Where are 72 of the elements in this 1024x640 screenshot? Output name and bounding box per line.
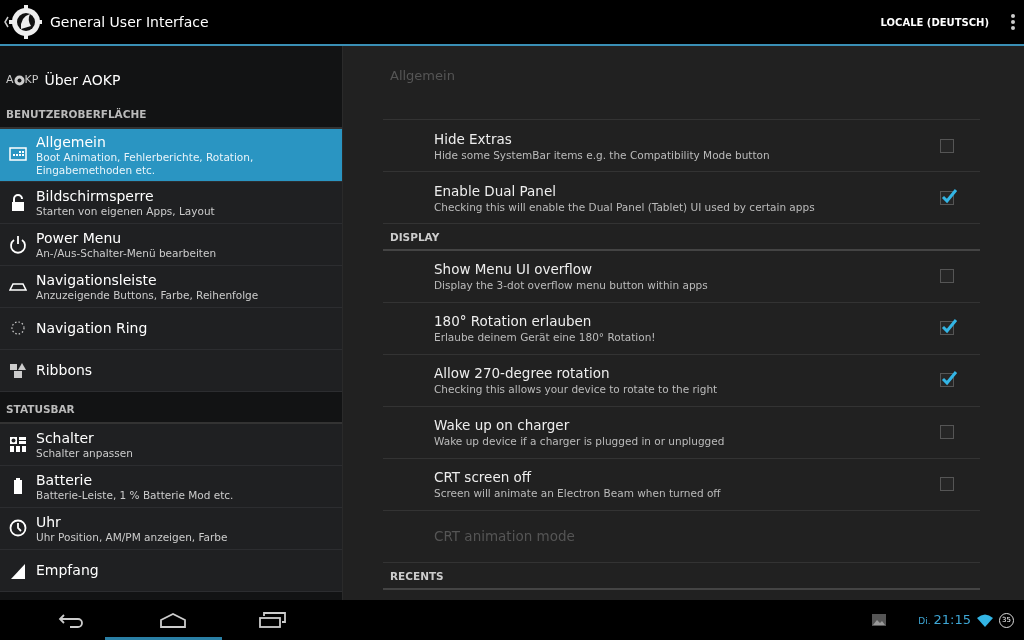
overflow-menu-icon[interactable] [1010,13,1016,31]
preference-title: Hide Extras [434,129,513,148]
clock-time: 21:15 [933,611,971,630]
preference-row[interactable]: CRT screen off Screen will animate an Electron Beam when turned off [383,458,980,511]
item-title: Power Menu [36,228,123,247]
item-summary: Batterie-Leiste, 1 % Batterie Mod etc. [36,488,234,502]
preference-title: Allow 270-degree rotation [434,364,611,383]
checkbox[interactable] [940,269,954,284]
preference-title: 180° Rotation erlauben [434,312,593,331]
preference-row[interactable]: Show Menu UI overflow Display the 3-dot overflow menu button within apps [383,250,980,303]
sidebar-item[interactable]: Uhr Uhr Position, AM/PM anzeigen, Farbe [0,507,342,550]
item-title: Schalter [36,428,95,447]
preference-row[interactable]: Hide Extras Hide some SystemBar items e.g. the Compatibility Mode button [383,120,980,172]
power-icon [9,234,27,254]
item-title: Bildschirmsperre [36,186,155,205]
preference-summary: Hide some SystemBar items e.g. the Compatibility Mode button [434,147,770,162]
preference-row[interactable]: Wake up on charger Wake up device if a charger is plugged in or unplugged [383,406,980,459]
checkbox[interactable] [940,190,954,205]
sidebar-item[interactable]: Navigationsleiste Anzuzeigende Buttons, Farbe, Reihenfolge [0,265,342,308]
preference-title: Show Menu UI overflow [434,260,594,279]
item-summary: Anzuzeigende Buttons, Farbe, Reihenfolge [36,288,259,302]
item-summary: Schalter anpassen [36,446,133,460]
checkbox[interactable] [940,138,954,153]
preference-summary: Checking this allows your device to rotate to the right [434,382,718,397]
item-summary: Starten von eigenen Apps, Layout [36,204,215,218]
section-header: RECENTS [383,562,980,590]
day-label: Di. [918,615,931,629]
item-summary: An-/Aus-Schalter-Menü bearbeiten [36,246,217,260]
clock-icon [9,518,27,538]
app-logo-icon[interactable] [2,3,42,41]
sidebar-item[interactable]: Bildschirmsperre Starten von eigenen Apps, Layout [0,181,342,224]
preference-summary: Erlaube deinem Gerät eine 180° Rotation! [434,330,656,345]
item-title: Ribbons [36,361,93,380]
wifi-icon [977,613,993,627]
home-icon[interactable] [158,610,188,630]
item-title: Navigationsleiste [36,270,158,289]
app-title: General User Interface [50,12,209,32]
brand-logo: A KP [6,72,39,89]
locale-button[interactable]: LOCALE (DEUTSCH) [879,13,990,31]
checkbox[interactable] [940,373,954,388]
recent-apps-icon[interactable] [258,610,288,630]
sidebar-item[interactable]: Navigation Ring [0,307,342,350]
sidebar-item[interactable]: Power Menu An-/Aus-Schalter-Menü bearbeiten [0,223,342,266]
preference-summary: Wake up device if a charger is plugged in or unplugged [434,434,725,449]
preference-summary: Checking this will enable the Dual Panel (Tablet) UI used by certain apps [434,199,815,214]
item-summary: Boot Animation, Fehlerberichte, Rotation, Eingabemethoden etc. [36,150,255,177]
preference-summary: Screen will animate an Electron Beam when turned off [434,486,721,501]
toggles-icon [9,434,27,454]
item-title: Batterie [36,470,94,489]
preference-summary: Display the 3-dot overflow menu button within apps [434,278,708,293]
about-item[interactable]: Über AOKP [44,70,121,91]
checkbox[interactable] [940,425,954,440]
sidebar-item[interactable]: Empfang [0,549,342,592]
item-title: Allgemein [36,132,107,151]
sidebar-item[interactable]: Batterie Batterie-Leiste, 1 % Batterie Mod etc. [0,465,342,508]
preference-row[interactable]: 180° Rotation erlauben Erlaube deinem Gerät eine 180° Rotation! [383,302,980,355]
preference-title: CRT screen off [434,468,533,487]
item-title: Empfang [36,561,99,579]
item-title: Uhr [36,512,62,531]
checkbox[interactable] [940,477,954,492]
lock-icon [9,192,27,212]
preference-title: Wake up on charger [434,416,571,435]
image-icon [872,614,887,626]
sidebar-item[interactable]: Ribbons [0,349,342,392]
preference-title: Enable Dual Panel [434,181,557,200]
item-summary: Uhr Position, AM/PM anzeigen, Farbe [36,530,228,544]
preference-row[interactable]: Allow 270-degree rotation Checking this allows your device to rotate to the right [383,354,980,407]
checkbox[interactable] [940,321,954,336]
preference-row[interactable]: Enable Dual Panel Checking this will enable the Dual Panel (Tablet) UI used by certain apps [383,172,980,224]
item-title: Navigation Ring [36,319,148,338]
section-header: DISPLAY [383,224,980,251]
sidebar-item[interactable]: Schalter Schalter anpassen [0,423,342,466]
